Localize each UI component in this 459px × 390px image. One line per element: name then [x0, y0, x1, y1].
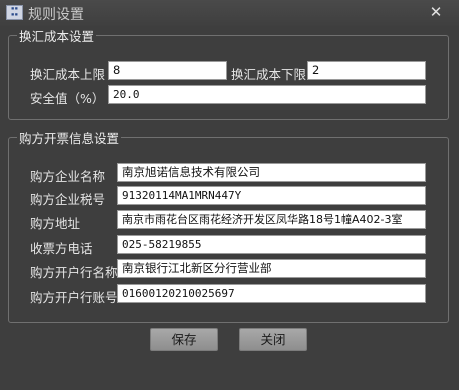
cost-settings-legend: 换汇成本设置	[17, 26, 97, 45]
safety-value-input[interactable]: 20.0	[108, 85, 426, 104]
buyer-tax-id-input[interactable]: 91320114MA1MRN447Y	[117, 186, 426, 205]
cost-upper-label: 换汇成本上限	[30, 67, 106, 82]
buyer-name-input[interactable]: 南京旭诺信息技术有限公司	[117, 163, 426, 182]
buyer-bank-name-input[interactable]: 南京银行江北新区分行营业部	[117, 259, 426, 278]
close-button[interactable]: 关闭	[239, 328, 307, 351]
safety-value-label: 安全值（%）	[30, 91, 105, 106]
buyer-bank-name-label: 购方开户行名称	[30, 265, 118, 280]
cost-lower-input[interactable]: 2	[307, 61, 426, 80]
window-title: 规则设置	[28, 7, 84, 23]
close-icon[interactable]: ✕	[428, 3, 444, 21]
buyer-name-label: 购方企业名称	[30, 169, 106, 184]
recipient-phone-label: 收票方电话	[30, 241, 93, 256]
recipient-phone-input[interactable]: 025-58219855	[117, 235, 426, 254]
save-button[interactable]: 保存	[150, 328, 218, 351]
buyer-bank-account-label: 购方开户行账号	[30, 290, 118, 305]
buyer-tax-id-label: 购方企业税号	[30, 192, 106, 207]
cost-upper-input[interactable]: 8	[108, 61, 227, 80]
buyer-address-label: 购方地址	[30, 216, 81, 231]
buyer-bank-account-input[interactable]: 01600120210025697	[117, 284, 426, 303]
buyer-address-input[interactable]: 南京市雨花台区雨花经济开发区凤华路18号1幢A402-3室	[117, 210, 426, 229]
app-icon: ▪▪ ▪▪	[6, 5, 23, 20]
buyer-invoice-legend: 购方开票信息设置	[17, 128, 122, 147]
cost-lower-label: 换汇成本下限	[231, 67, 307, 82]
title-bar: ▪▪ ▪▪ 规则设置 ✕	[0, 0, 459, 26]
